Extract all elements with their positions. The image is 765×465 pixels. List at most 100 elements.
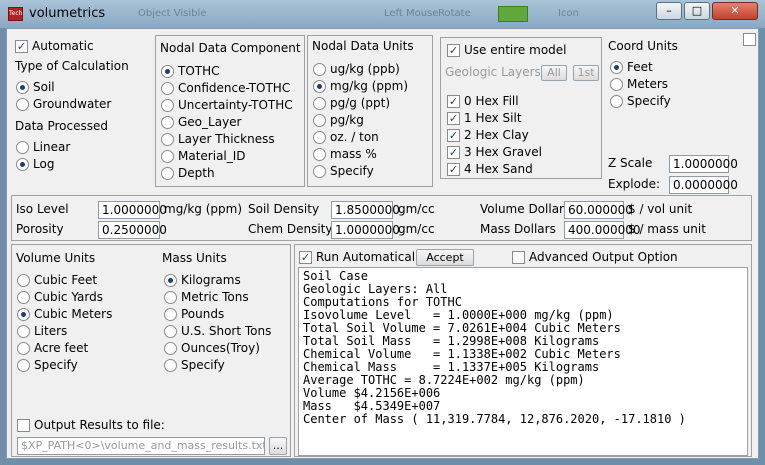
units-label: oz. / ton <box>330 130 379 144</box>
units-radio[interactable] <box>313 148 326 161</box>
app-icon: Tech <box>8 7 23 21</box>
volume-unit-radio[interactable] <box>17 308 30 321</box>
mass-units-heading: Mass Units <box>162 251 227 265</box>
coord-radio[interactable] <box>610 78 623 91</box>
soil-density-label: Soil Density <box>248 202 320 216</box>
mass-unit-label: Metric Tons <box>181 290 249 304</box>
first-layer-button[interactable]: 1st <box>573 65 599 81</box>
layer-label: 0 Hex Fill <box>464 94 519 108</box>
component-radio[interactable] <box>161 82 174 95</box>
use-entire-model-checkbox[interactable]: ✓ <box>447 44 460 57</box>
mass-unit-radio[interactable] <box>164 308 177 321</box>
nodal-units-panel: Nodal Data Units ug/kg (ppb) mg/kg (ppm)… <box>307 35 433 187</box>
corner-checkbox[interactable] <box>743 33 756 46</box>
units-label: Specify <box>330 164 374 178</box>
explode-input[interactable]: 0.0000000 <box>669 176 738 194</box>
chem-density-label: Chem Density <box>248 222 333 236</box>
run-automatically-checkbox[interactable]: ✓ <box>299 251 312 264</box>
units-label: mg/kg (ppm) <box>330 79 409 93</box>
browse-button[interactable]: ... <box>269 437 287 455</box>
volume-unit-label: Cubic Yards <box>34 290 103 304</box>
volume-dollars-input[interactable]: 60.000000 <box>564 201 633 219</box>
units-label: mass % <box>330 147 377 161</box>
coord-radio[interactable] <box>610 95 623 108</box>
chem-density-input[interactable]: 1.0000000 <box>331 221 400 239</box>
layer-label: 4 Hex Sand <box>464 162 533 176</box>
output-results-label: Output Results to file: <box>34 418 165 432</box>
component-radio[interactable] <box>161 150 174 163</box>
mass-unit-radio[interactable] <box>164 291 177 304</box>
units-radio[interactable] <box>313 97 326 110</box>
soil-radio[interactable] <box>16 81 29 94</box>
units-panel: Volume Units Cubic Feet Cubic Yards Cubi… <box>11 244 291 457</box>
porosity-input[interactable]: 0.2500000 <box>98 221 167 239</box>
maximize-button[interactable]: □ <box>684 2 710 20</box>
mass-unit-radio[interactable] <box>164 359 177 372</box>
all-layers-button[interactable]: All <box>541 65 567 81</box>
output-results-checkbox[interactable] <box>17 419 30 432</box>
layer-checkbox[interactable]: ✓ <box>447 129 460 142</box>
run-automatically-label: Run Automatical <box>316 250 416 264</box>
automatic-checkbox[interactable]: ✓ <box>15 40 28 53</box>
advanced-output-checkbox[interactable] <box>512 251 525 264</box>
layer-checkbox[interactable]: ✓ <box>447 95 460 108</box>
units-radio[interactable] <box>313 80 326 93</box>
advanced-output-label: Advanced Output Option <box>529 250 678 264</box>
units-radio[interactable] <box>313 165 326 178</box>
calc-type-heading: Type of Calculation <box>15 59 129 73</box>
volume-unit-label: Liters <box>34 324 68 338</box>
minimize-button[interactable]: – <box>656 2 682 20</box>
ghost-text: Object Visible <box>138 8 207 19</box>
units-radio[interactable] <box>313 114 326 127</box>
title-bar: Tech volumetrics Object Visible Left Mou… <box>0 0 765 28</box>
component-radio[interactable] <box>161 116 174 129</box>
use-entire-model-label: Use entire model <box>464 43 567 57</box>
mass-unit-radio[interactable] <box>164 342 177 355</box>
component-label: Depth <box>178 166 215 180</box>
mass-unit-radio[interactable] <box>164 325 177 338</box>
log-radio[interactable] <box>16 158 29 171</box>
soil-density-unit: gm/cc <box>398 202 435 216</box>
volume-unit-label: Cubic Meters <box>34 307 113 321</box>
units-radio[interactable] <box>313 131 326 144</box>
coord-label: Feet <box>627 60 653 74</box>
geologic-layers-label: Geologic Layers <box>445 65 541 79</box>
accept-button[interactable]: Accept <box>416 249 474 266</box>
parameters-panel: Iso Level 1.0000000 mg/kg (ppm) Porosity… <box>11 195 752 241</box>
volume-unit-radio[interactable] <box>17 274 30 287</box>
component-radio[interactable] <box>161 99 174 112</box>
volume-unit-radio[interactable] <box>17 342 30 355</box>
results-text-area[interactable]: Soil Case Geologic Layers: All Computati… <box>298 267 748 456</box>
layer-label: 2 Hex Clay <box>464 128 529 142</box>
component-radio[interactable] <box>161 167 174 180</box>
chem-density-unit: gm/cc <box>398 222 435 236</box>
layer-checkbox[interactable]: ✓ <box>447 146 460 159</box>
volume-unit-label: Specify <box>34 358 78 372</box>
output-file-path-input[interactable]: $XP_PATH<0>\volume_and_mass_results.txt <box>17 437 265 455</box>
groundwater-radio[interactable] <box>16 98 29 111</box>
units-radio[interactable] <box>313 63 326 76</box>
iso-level-input[interactable]: 1.0000000 <box>98 201 167 219</box>
z-scale-input[interactable]: 1.0000000 <box>669 155 738 173</box>
close-button[interactable]: ✕ <box>712 2 758 20</box>
layer-checkbox[interactable]: ✓ <box>447 163 460 176</box>
mass-unit-radio[interactable] <box>164 274 177 287</box>
coord-radio[interactable] <box>610 61 623 74</box>
soil-density-input[interactable]: 1.8500000 <box>331 201 400 219</box>
nodal-component-panel: Nodal Data Component TOTHC Confidence-TO… <box>155 35 305 187</box>
volume-unit-radio[interactable] <box>17 325 30 338</box>
ghost-text: Left Mouse <box>384 8 439 19</box>
volume-unit-radio[interactable] <box>17 291 30 304</box>
volume-unit-radio[interactable] <box>17 359 30 372</box>
linear-radio[interactable] <box>16 141 29 154</box>
data-processed-heading: Data Processed <box>15 119 108 133</box>
ghost-text: Icon <box>558 8 579 19</box>
component-radio[interactable] <box>161 65 174 78</box>
iso-level-label: Iso Level <box>16 202 69 216</box>
component-label: Uncertainty-TOTHC <box>178 98 293 112</box>
mass-dollars-input[interactable]: 400.000000 <box>564 221 641 239</box>
component-radio[interactable] <box>161 133 174 146</box>
layer-checkbox[interactable]: ✓ <box>447 112 460 125</box>
volume-unit-label: Cubic Feet <box>34 273 98 287</box>
component-label: Material_ID <box>178 149 246 163</box>
